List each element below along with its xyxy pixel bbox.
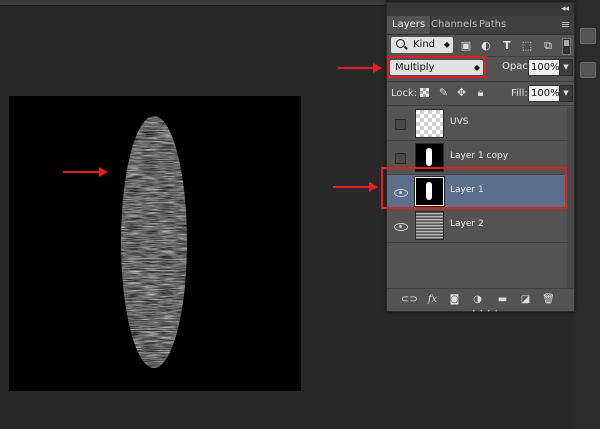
document-canvas[interactable] — [9, 96, 301, 391]
annotation-arrow-layer — [333, 182, 378, 192]
layer-thumbnail — [415, 109, 444, 138]
link-layers-icon[interactable]: ⊂⊃ — [401, 293, 418, 306]
lock-image-pixels-icon[interactable]: ✎ — [438, 87, 449, 98]
layer-row-uvs[interactable]: UVS — [387, 107, 567, 141]
type-layer-filter-icon[interactable]: T — [501, 40, 513, 52]
visibility-toggle-off[interactable] — [395, 153, 406, 164]
pixel-layer-filter-icon[interactable]: ▣ — [460, 40, 472, 52]
layer-filter-row: Kind ◆ ▣ ◐ T ⬚ ⧉ — [387, 35, 574, 57]
adjustment-layer-icon[interactable]: ◑ — [471, 293, 484, 306]
layer-thumbnail — [415, 211, 444, 240]
layer-name: Layer 1 copy — [450, 151, 509, 161]
layers-panel: ◂◂ Layers Channels Paths ≡ Kind ◆ ▣ ◐ T … — [386, 2, 575, 315]
fill-dropdown-icon[interactable]: ▼ — [559, 85, 573, 102]
layers-scrollbar[interactable] — [567, 107, 574, 289]
fill-input[interactable]: 100% — [528, 85, 561, 102]
layer-name: UVS — [450, 117, 469, 127]
visibility-toggle-off[interactable] — [395, 119, 406, 130]
panel-title-bar[interactable]: ◂◂ — [387, 3, 574, 16]
lock-transparent-pixels-icon[interactable] — [420, 88, 429, 97]
textured-ellipse — [121, 116, 187, 368]
panel-tabs: Layers Channels Paths ≡ — [387, 16, 574, 35]
delete-layer-icon[interactable]: 🗑︎ — [542, 293, 555, 306]
filter-toggle-switch[interactable] — [562, 38, 571, 55]
layer-name: Layer 2 — [450, 219, 484, 229]
selected-layer-highlight-box — [381, 167, 567, 209]
opacity-dropdown-icon[interactable]: ▼ — [559, 59, 573, 76]
filter-kind-label: Kind — [413, 39, 436, 50]
eye-icon[interactable] — [394, 223, 408, 231]
right-dock-strip — [574, 0, 600, 429]
chevron-updown-icon: ◆ — [443, 40, 450, 49]
tab-layers[interactable]: Layers — [387, 16, 432, 34]
layer-style-icon[interactable]: fx — [426, 293, 439, 306]
search-icon — [396, 39, 405, 48]
new-group-icon[interactable]: ▬ — [496, 293, 509, 306]
new-layer-icon[interactable]: ◪ — [519, 293, 532, 306]
tab-paths[interactable]: Paths — [474, 16, 511, 34]
shape-layer-filter-icon[interactable]: ⬚ — [521, 40, 533, 52]
fill-label: Fill: — [511, 88, 528, 99]
layer-row-layer-2[interactable]: Layer 2 — [387, 209, 567, 243]
smart-object-filter-icon[interactable]: ⧉ — [542, 40, 554, 52]
panel-menu-icon[interactable]: ≡ — [561, 18, 570, 31]
dock-panel-icon[interactable] — [580, 28, 596, 44]
divider — [387, 81, 574, 82]
annotation-arrow-canvas — [63, 167, 108, 177]
opacity-input[interactable]: 100% — [528, 59, 561, 76]
dock-panel-icon[interactable] — [580, 62, 596, 78]
blend-mode-highlight-box — [387, 56, 486, 78]
divider — [387, 105, 574, 106]
lock-all-icon[interactable]: 🔒︎ — [475, 87, 486, 98]
lock-label: Lock: — [391, 88, 418, 99]
options-bar-edge — [0, 0, 386, 6]
filter-kind-select[interactable]: Kind ◆ — [391, 37, 453, 53]
add-mask-icon[interactable]: ◙ — [448, 293, 461, 306]
adjustment-layer-filter-icon[interactable]: ◐ — [480, 40, 492, 52]
resize-grip[interactable]: • • • • — [472, 308, 499, 315]
lock-position-icon[interactable]: ✥ — [456, 87, 467, 98]
double-chevron-icon[interactable]: ◂◂ — [561, 4, 569, 14]
annotation-arrow-blend — [338, 63, 382, 73]
